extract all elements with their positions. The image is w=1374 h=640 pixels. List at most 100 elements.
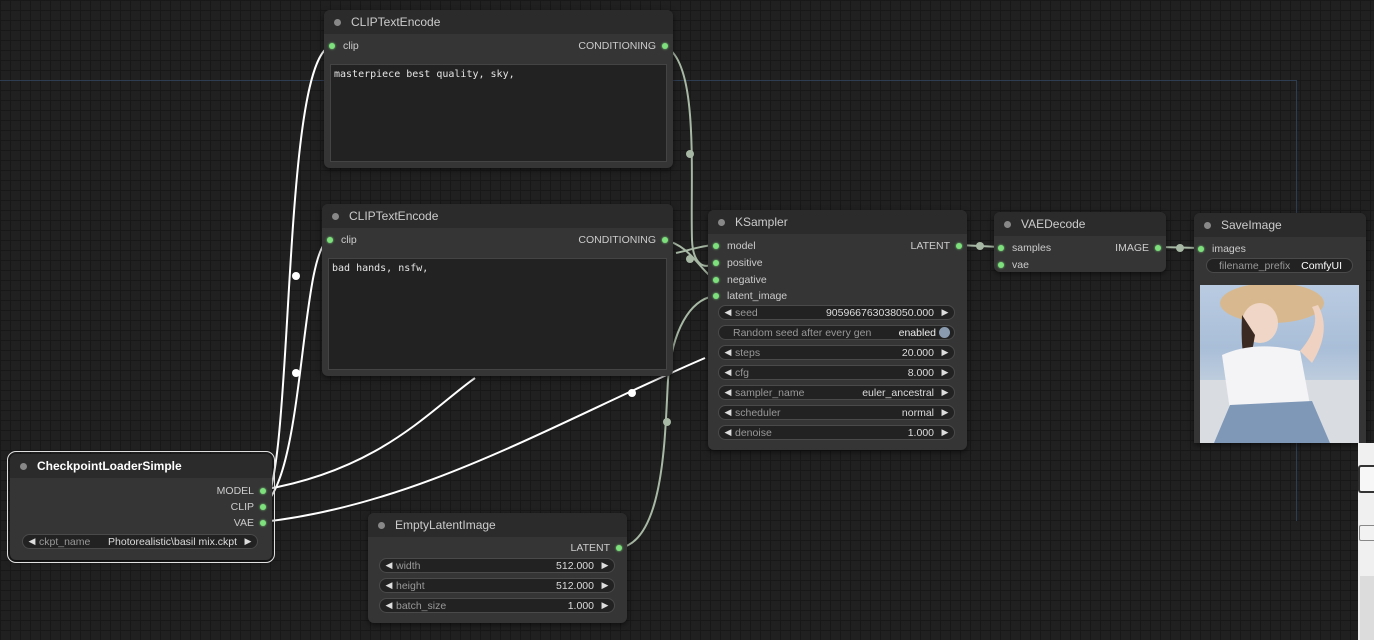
widget-sampler-name[interactable]: ◀ sampler_name euler_ancestral ▶ [718, 385, 955, 400]
widget-seed[interactable]: ◀ seed 905966763038050.000 ▶ [718, 305, 955, 320]
output-pin[interactable] [1155, 245, 1161, 251]
panel-scroll-area[interactable] [1360, 576, 1374, 640]
node-title[interactable]: VAEDecode [994, 212, 1166, 236]
node-saveimage[interactable]: SaveImage images filename_prefix ComfyUI [1194, 213, 1366, 443]
widget-scheduler[interactable]: ◀ scheduler normal ▶ [718, 405, 955, 420]
output-slot-conditioning[interactable]: CONDITIONING [578, 39, 668, 53]
input-slot-positive[interactable]: positive [713, 256, 763, 270]
collapse-dot[interactable] [378, 521, 385, 529]
widget-height[interactable]: ◀ height 512.000 ▶ [379, 578, 615, 593]
input-pin[interactable] [713, 260, 719, 266]
widget-filename-prefix[interactable]: filename_prefix ComfyUI [1206, 258, 1353, 273]
slot-label: CONDITIONING [578, 234, 656, 246]
output-pin[interactable] [662, 237, 668, 243]
node-title[interactable]: CLIPTextEncode [322, 204, 673, 228]
input-slot-clip[interactable]: clip [329, 39, 359, 53]
input-pin[interactable] [713, 277, 719, 283]
input-pin[interactable] [713, 243, 719, 249]
input-pin[interactable] [713, 293, 719, 299]
toggle-indicator-icon[interactable] [939, 327, 950, 338]
widget-batch-size[interactable]: ◀ batch_size 1.000 ▶ [379, 598, 615, 613]
collapse-dot[interactable] [718, 218, 725, 226]
input-slot-negative[interactable]: negative [713, 273, 767, 287]
collapse-dot[interactable] [1004, 220, 1011, 228]
node-cliptextencode-negative[interactable]: CLIPTextEncode clip CONDITIONING bad han… [322, 204, 673, 376]
output-pin[interactable] [260, 504, 266, 510]
node-cliptextencode-positive[interactable]: CLIPTextEncode clip CONDITIONING masterp… [324, 10, 673, 168]
prompt-textarea[interactable]: bad hands, nsfw, [328, 258, 667, 370]
output-pin[interactable] [260, 488, 266, 494]
decrement-arrow-icon[interactable]: ◀ [384, 580, 394, 591]
increment-arrow-icon[interactable]: ▶ [600, 600, 610, 611]
input-slot-latent-image[interactable]: latent_image [713, 289, 787, 303]
input-slot-model[interactable]: model [713, 239, 756, 253]
input-slot-vae[interactable]: vae [998, 258, 1029, 272]
increment-arrow-icon[interactable]: ▶ [940, 307, 950, 318]
input-pin[interactable] [998, 245, 1004, 251]
output-pin[interactable] [956, 243, 962, 249]
node-title[interactable]: CheckpointLoaderSimple [10, 454, 272, 478]
output-slot-vae[interactable]: VAE [234, 516, 266, 530]
widget-denoise[interactable]: ◀ denoise 1.000 ▶ [718, 425, 955, 440]
increment-arrow-icon[interactable]: ▶ [243, 536, 253, 547]
decrement-arrow-icon[interactable]: ◀ [723, 387, 733, 398]
increment-arrow-icon[interactable]: ▶ [940, 427, 950, 438]
decrement-arrow-icon[interactable]: ◀ [723, 427, 733, 438]
output-slot-clip[interactable]: CLIP [231, 500, 266, 514]
widget-cfg[interactable]: ◀ cfg 8.000 ▶ [718, 365, 955, 380]
decrement-arrow-icon[interactable]: ◀ [723, 407, 733, 418]
widget-value: 20.000 [901, 346, 934, 359]
collapse-dot[interactable] [334, 18, 341, 26]
increment-arrow-icon[interactable]: ▶ [940, 407, 950, 418]
input-pin[interactable] [327, 237, 333, 243]
widget-steps[interactable]: ◀ steps 20.000 ▶ [718, 345, 955, 360]
panel-button[interactable] [1358, 465, 1374, 493]
collapse-dot[interactable] [20, 462, 27, 470]
input-slot-clip[interactable]: clip [327, 233, 357, 247]
output-slot-conditioning[interactable]: CONDITIONING [578, 233, 668, 247]
output-slot-image[interactable]: IMAGE [1115, 241, 1161, 255]
output-slot-latent[interactable]: LATENT [911, 239, 962, 253]
generated-image-preview[interactable] [1200, 285, 1359, 443]
slot-label: IMAGE [1115, 242, 1149, 254]
node-title[interactable]: KSampler [708, 210, 967, 234]
output-slot-latent[interactable]: LATENT [571, 541, 622, 555]
widget-width[interactable]: ◀ width 512.000 ▶ [379, 558, 615, 573]
decrement-arrow-icon[interactable]: ◀ [723, 367, 733, 378]
decrement-arrow-icon[interactable]: ◀ [723, 307, 733, 318]
decrement-arrow-icon[interactable]: ◀ [384, 560, 394, 571]
collapse-dot[interactable] [1204, 221, 1211, 229]
increment-arrow-icon[interactable]: ▶ [940, 367, 950, 378]
widget-ckpt-name[interactable]: ◀ ckpt_name Photorealistic\basil mix.ckpt ▶ [22, 534, 258, 549]
slot-label: model [727, 240, 756, 252]
node-emptylatentimage[interactable]: EmptyLatentImage LATENT ◀ width 512.000 ▶ ◀… [368, 513, 627, 623]
collapse-dot[interactable] [332, 212, 339, 220]
output-pin[interactable] [662, 43, 668, 49]
input-pin[interactable] [1198, 246, 1204, 252]
increment-arrow-icon[interactable]: ▶ [600, 560, 610, 571]
node-title[interactable]: SaveImage [1194, 213, 1366, 237]
input-pin[interactable] [998, 262, 1004, 268]
input-slot-images[interactable]: images [1198, 242, 1246, 256]
node-vaedecode[interactable]: VAEDecode samples vae IMAGE [994, 212, 1166, 272]
decrement-arrow-icon[interactable]: ◀ [384, 600, 394, 611]
prompt-textarea[interactable]: masterpiece best quality, sky, [330, 64, 667, 162]
panel-button[interactable] [1359, 525, 1374, 541]
increment-arrow-icon[interactable]: ▶ [600, 580, 610, 591]
node-title[interactable]: EmptyLatentImage [368, 513, 627, 537]
widget-random-seed-toggle[interactable]: Random seed after every gen enabled [718, 325, 955, 340]
output-pin[interactable] [260, 520, 266, 526]
output-slot-model[interactable]: MODEL [217, 484, 266, 498]
output-pin[interactable] [616, 545, 622, 551]
node-checkpointloadersimple[interactable]: CheckpointLoaderSimple MODEL CLIP VAE ◀ c… [7, 451, 275, 563]
input-pin[interactable] [329, 43, 335, 49]
decrement-arrow-icon[interactable]: ◀ [723, 347, 733, 358]
node-title[interactable]: CLIPTextEncode [324, 10, 673, 34]
increment-arrow-icon[interactable]: ▶ [940, 347, 950, 358]
node-ksampler[interactable]: KSampler model positive negative latent_… [708, 210, 967, 450]
node-title-text: SaveImage [1221, 218, 1282, 232]
increment-arrow-icon[interactable]: ▶ [940, 387, 950, 398]
decrement-arrow-icon[interactable]: ◀ [27, 536, 37, 547]
link-midpoint [628, 389, 636, 397]
input-slot-samples[interactable]: samples [998, 241, 1051, 255]
